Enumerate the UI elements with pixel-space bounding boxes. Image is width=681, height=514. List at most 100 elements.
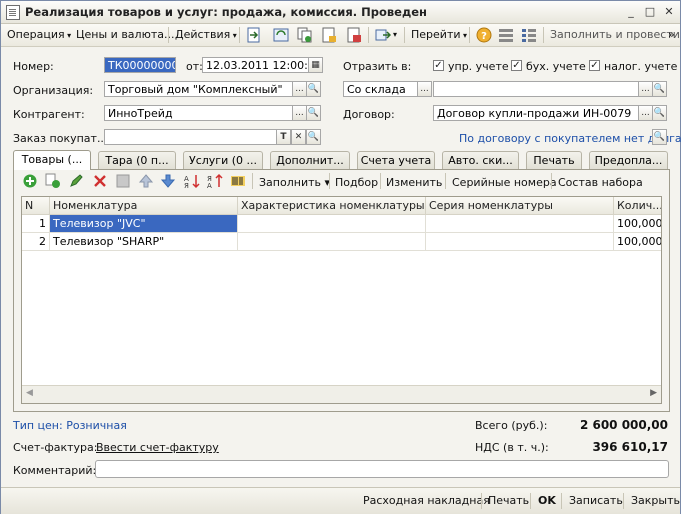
close-button[interactable]: Закрыть [631,494,680,507]
calendar-icon[interactable]: ▦ [308,57,323,73]
save-button[interactable]: Записать [569,494,623,507]
end-edit-icon[interactable] [115,173,131,189]
move-up-icon[interactable] [138,173,154,189]
table-row-2-series[interactable] [426,233,614,251]
add-row-icon[interactable] [22,173,38,189]
serial-numbers-button[interactable]: Серийные номера [452,176,557,189]
clear-icon[interactable]: ✕ [291,129,306,145]
organization-field[interactable]: Торговый дом "Комплексный" [104,81,293,97]
list-settings-icon[interactable] [521,27,537,43]
table-row-1-series[interactable] [426,215,614,233]
contract-select-icon[interactable]: ... [638,105,653,121]
warehouse-value-select-icon[interactable]: ... [638,81,653,97]
toolbar-more-icon[interactable]: » [668,28,675,41]
table-row-2-quantity[interactable]: 100,000 [614,233,661,251]
help-icon[interactable]: ? [476,27,492,43]
select-button[interactable]: Подбор [335,176,378,189]
contractor-select-icon[interactable]: ... [292,105,307,121]
price-type-link[interactable]: Тип цен: Розничная [13,419,127,432]
debt-status-link[interactable]: По договору с покупателем нет долга [459,132,681,145]
edit-row-icon[interactable] [68,173,84,189]
tab-prepayment[interactable]: Предопла... [589,151,668,169]
close-icon[interactable]: ✕ [661,4,677,19]
refresh-icon[interactable] [273,27,289,43]
number-label: Номер: [13,60,54,73]
customer-order-field[interactable] [104,129,277,145]
table-row-1-item[interactable]: Телевизор "JVC" [50,215,238,233]
organization-open-icon[interactable]: 🔍 [306,81,321,97]
column-header-item[interactable]: Номенклатура [50,197,238,215]
table-row-2-n: 2 [22,233,50,251]
fill-and-post-button[interactable]: Заполнить и провести [550,28,680,41]
number-field[interactable]: ТК000000004 [104,57,176,73]
tab-goods[interactable]: Товары (... [13,150,91,170]
change-button[interactable]: Изменить [386,176,442,189]
invoice-label: Счет-фактура: [13,441,98,454]
document-movements-icon[interactable] [321,27,337,43]
contractor-open-icon[interactable]: 🔍 [306,105,321,121]
sort-descending-icon[interactable]: ЯA [207,173,223,189]
tab-containers[interactable]: Тара (0 п... [98,151,176,169]
post-icon[interactable] [246,27,262,43]
table-row-2-item[interactable]: Телевизор "SHARP" [50,233,238,251]
sort-ascending-icon[interactable]: AЯ [184,173,200,189]
structure-icon[interactable] [498,27,514,43]
warehouse-select-icon[interactable]: ... [417,81,432,97]
vat-label: НДС (в т. ч.): [475,441,549,454]
goods-table[interactable]: N Номенклатура Характеристика номенклату… [21,196,662,404]
table-row-1-characteristic[interactable] [238,215,426,233]
print-preview-icon[interactable] [346,27,362,43]
date-label: от: [186,60,203,73]
move-down-icon[interactable] [160,173,176,189]
waybill-button[interactable]: Расходная накладная [363,494,490,507]
scroll-left-icon[interactable]: ◀ [26,388,33,398]
date-field[interactable]: 12.03.2011 12:00:00 [202,57,309,73]
delete-row-icon[interactable] [92,173,108,189]
copy-icon[interactable] [297,27,313,43]
operation-menu[interactable]: Операция [7,28,71,41]
chevron-down-icon[interactable]: ▾ [393,30,397,39]
comment-label: Комментарий: [13,464,97,477]
enter-invoice-link[interactable]: Ввести счет-фактуру [96,441,219,454]
warehouse-value-open-icon[interactable]: 🔍 [652,81,667,97]
tab-services[interactable]: Услуги (0 ... [183,151,263,169]
maximize-icon[interactable]: □ [642,4,658,19]
horizontal-scrollbar[interactable]: ◀ ▶ [22,385,661,403]
debt-open-icon[interactable]: 🔍 [652,129,667,145]
type-select-icon[interactable]: T [276,129,291,145]
tab-auto-discounts[interactable]: Авто. ски... [442,151,519,169]
copy-row-icon[interactable] [45,173,61,189]
column-header-quantity[interactable]: Колич... [614,197,661,215]
prices-button[interactable]: Цены и валюта... [76,28,174,41]
column-header-series[interactable]: Серия номенклатуры [426,197,614,215]
warehouse-value-field[interactable] [433,81,639,97]
column-header-characteristic[interactable]: Характеристика номенклатуры [238,197,426,215]
tab-accounts[interactable]: Счета учета [357,151,435,169]
reflect-mgmt-checkbox[interactable]: ✓ [433,60,444,71]
minimize-icon[interactable]: _ [623,4,639,19]
table-row-1-quantity[interactable]: 100,000 [614,215,661,233]
fill-table-menu[interactable]: Заполнить ▾ [259,176,330,189]
contract-open-icon[interactable]: 🔍 [652,105,667,121]
column-header-n[interactable]: N [22,197,50,215]
tab-print[interactable]: Печать [526,151,582,169]
actions-menu[interactable]: Действия [175,28,237,41]
contract-field[interactable]: Договор купли-продажи ИН-0079 [433,105,639,121]
kit-composition-button[interactable]: Состав набора [558,176,643,189]
comment-field[interactable] [95,460,669,478]
goto-menu[interactable]: Перейти [411,28,467,41]
organization-select-icon[interactable]: ... [292,81,307,97]
barcode-icon[interactable] [230,173,246,189]
total-label: Всего (руб.): [475,419,548,432]
scroll-right-icon[interactable]: ▶ [650,388,657,398]
warehouse-field[interactable]: Со склада [343,81,418,97]
print-button[interactable]: Печать [488,494,529,507]
tab-additional[interactable]: Дополнит... [270,151,350,169]
ok-button[interactable]: OK [538,494,556,507]
order-open-icon[interactable]: 🔍 [306,129,321,145]
contractor-field[interactable]: ИнноТрейд [104,105,293,121]
reflect-acc-checkbox[interactable]: ✓ [511,60,522,71]
table-row-2-characteristic[interactable] [238,233,426,251]
create-based-on-icon[interactable] [375,27,391,43]
reflect-tax-checkbox[interactable]: ✓ [589,60,600,71]
